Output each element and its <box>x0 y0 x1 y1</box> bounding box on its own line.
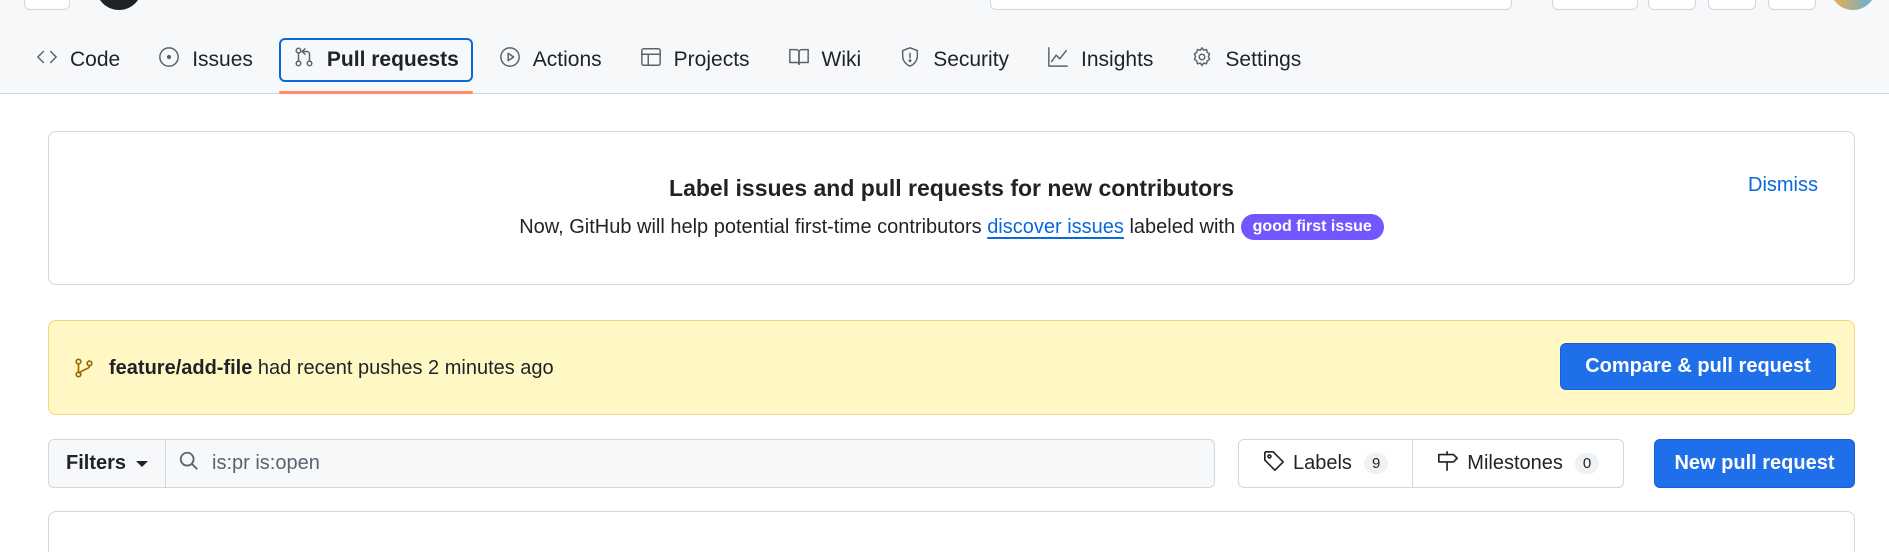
filters-button[interactable]: Filters <box>48 439 166 488</box>
git-branch-icon <box>73 357 95 379</box>
compare-pull-request-button[interactable]: Compare & pull request <box>1560 343 1836 390</box>
search-icon <box>178 450 200 478</box>
milestones-count: 0 <box>1574 453 1600 474</box>
repo-tabs: Code Issues Pull requests Actions Projec… <box>24 38 1327 94</box>
tab-settings[interactable]: Settings <box>1179 38 1313 82</box>
labels-label: Labels <box>1293 452 1352 474</box>
tab-label: Projects <box>673 48 750 71</box>
tab-label: Settings <box>1225 48 1302 71</box>
issue-opened-icon <box>158 46 180 74</box>
tab-label: Security <box>933 48 1010 71</box>
labels-button[interactable]: Labels 9 <box>1238 439 1414 488</box>
tab-label: Code <box>70 48 121 71</box>
labels-milestones-group: Labels 9 Milestones 0 <box>1238 439 1625 488</box>
code-icon <box>36 46 58 74</box>
shield-icon <box>899 46 921 74</box>
header-button[interactable] <box>1552 0 1638 10</box>
git-pull-request-icon <box>293 46 315 74</box>
milestones-label: Milestones <box>1467 452 1563 474</box>
tab-label: Wiki <box>821 48 862 71</box>
discover-issues-link[interactable]: discover issues <box>987 216 1124 238</box>
banner-title: Label issues and pull requests for new c… <box>669 175 1234 201</box>
github-logo[interactable] <box>96 0 142 10</box>
tab-wiki[interactable]: Wiki <box>776 38 874 82</box>
graph-icon <box>1047 46 1069 74</box>
branch-name[interactable]: feature/add-file <box>109 357 252 379</box>
new-pull-request-button[interactable]: New pull request <box>1654 439 1855 488</box>
filters-label: Filters <box>65 452 127 474</box>
push-status: had recent pushes 2 minutes ago <box>257 357 554 379</box>
labels-count: 9 <box>1363 453 1389 474</box>
tag-icon <box>1263 450 1285 478</box>
tab-actions[interactable]: Actions <box>487 38 614 82</box>
pull-request-list <box>48 511 1855 552</box>
gear-icon <box>1191 46 1213 74</box>
filter-bar: Filters <box>48 439 1215 488</box>
header-button[interactable] <box>1768 0 1816 10</box>
dismiss-button[interactable]: Dismiss <box>1748 174 1818 197</box>
banner-text-after: labeled with <box>1129 216 1236 238</box>
book-icon <box>788 46 810 74</box>
header-button[interactable] <box>1708 0 1756 10</box>
tab-label: Actions <box>532 48 602 71</box>
tab-issues[interactable]: Issues <box>146 38 265 82</box>
recent-push-banner: feature/add-file had recent pushes 2 min… <box>48 320 1855 415</box>
search-input[interactable] <box>212 452 1214 475</box>
header-button[interactable] <box>1648 0 1696 10</box>
banner-text: Now, GitHub will help potential first-ti… <box>49 214 1854 240</box>
tab-pull-requests[interactable]: Pull requests <box>278 38 473 94</box>
banner-text-before: Now, GitHub will help potential first-ti… <box>519 216 982 238</box>
triangle-down-icon <box>136 460 149 467</box>
good-first-issue-label[interactable]: good first issue <box>1240 214 1384 240</box>
repo-header: Code Issues Pull requests Actions Projec… <box>0 0 1889 94</box>
menu-button[interactable] <box>24 0 70 10</box>
tab-projects[interactable]: Projects <box>628 38 762 82</box>
tab-label: Insights <box>1081 48 1154 71</box>
tab-code[interactable]: Code <box>24 38 132 82</box>
table-icon <box>640 46 662 74</box>
tab-security[interactable]: Security <box>887 38 1021 82</box>
global-search[interactable] <box>990 0 1512 10</box>
contributor-banner: Label issues and pull requests for new c… <box>48 131 1855 285</box>
tab-insights[interactable]: Insights <box>1035 38 1165 82</box>
tab-label: Issues <box>192 48 253 71</box>
avatar[interactable] <box>1830 0 1876 10</box>
play-icon <box>499 46 521 74</box>
search-box[interactable] <box>166 439 1215 488</box>
tab-label: Pull requests <box>326 48 459 71</box>
milestones-button[interactable]: Milestones 0 <box>1413 439 1625 488</box>
push-message: feature/add-file had recent pushes 2 min… <box>109 357 554 380</box>
milestone-icon <box>1437 450 1459 478</box>
